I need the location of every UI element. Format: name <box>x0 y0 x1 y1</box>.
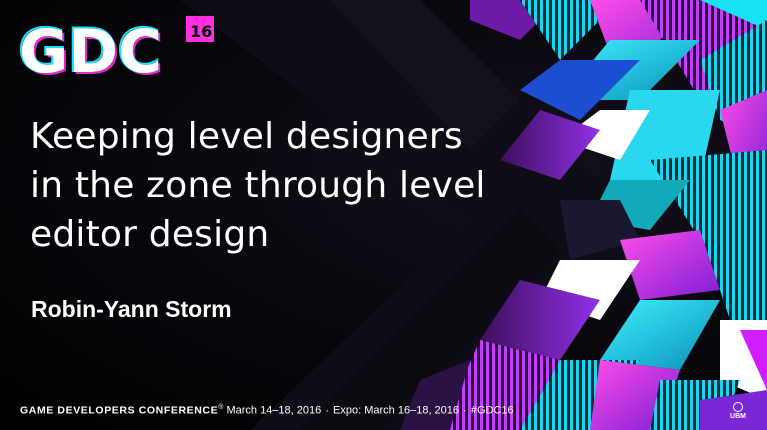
globe-icon <box>733 402 743 412</box>
conference-name: GAME DEVELOPERS CONFERENCE <box>20 404 219 417</box>
separator-1: · <box>325 404 329 417</box>
title-line-3: editor design <box>30 214 270 255</box>
gdc-logo-badge: 16 <box>190 22 212 41</box>
author-name: Robin-Yann Storm <box>31 296 232 322</box>
separator-2: · <box>463 404 467 417</box>
svg-text:GDC: GDC <box>19 17 162 84</box>
hashtag: #GDC16 <box>470 404 514 417</box>
expo-dates: Expo: March 16–18, 2016 <box>333 404 460 417</box>
slide-title: Keeping level designers in the zone thro… <box>30 112 550 259</box>
title-line-1: Keeping level designers <box>30 116 463 157</box>
title-line-2: in the zone through level <box>30 165 486 206</box>
title-slide: GDC GDC GDC 16 Keeping level designers i… <box>0 0 767 430</box>
ubm-logo: UBM <box>728 402 748 420</box>
ubm-logo-text: UBM <box>730 413 746 420</box>
gdc-logo: GDC GDC GDC 16 <box>18 15 214 84</box>
footer: GAME DEVELOPERS CONFERENCE® March 14–18,… <box>20 404 514 417</box>
conference-dates: March 14–18, 2016 <box>226 404 322 417</box>
trademark: ® <box>218 404 224 411</box>
